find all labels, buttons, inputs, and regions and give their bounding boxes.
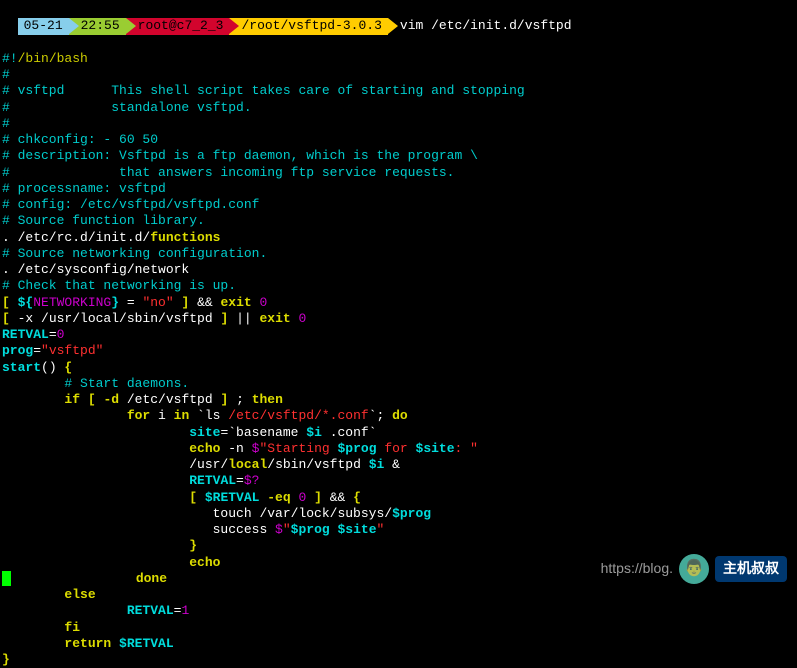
shebang-hash: #!: [2, 51, 18, 66]
special-var: $?: [244, 473, 260, 488]
prompt-date: 05-21: [18, 18, 69, 34]
keyword-echo: echo: [189, 441, 220, 456]
comment: # Source function library.: [2, 213, 205, 228]
var-ref: $i: [306, 425, 322, 440]
comment: # processname: vsftpd: [2, 181, 166, 196]
var-ref: $site: [416, 441, 455, 456]
bracket: [: [2, 295, 10, 310]
path-glob: /etc/vsftpd/*.conf: [228, 408, 368, 423]
watermark-url: https://blog.: [601, 560, 673, 578]
prompt-cwd: /root/vsftpd-3.0.3: [229, 18, 387, 34]
keyword-done: done: [136, 571, 167, 586]
keyword-for: for: [127, 408, 150, 423]
brace: }: [2, 652, 10, 667]
number: 1: [181, 603, 189, 618]
source-cmd: . /etc/rc.d/init.d/: [2, 230, 150, 245]
var-ref: $site: [338, 522, 377, 537]
comment: # config: /etc/vsftpd/vsftpd.conf: [2, 197, 259, 212]
comment: # Source networking configuration.: [2, 246, 267, 261]
source-cmd: . /etc/sysconfig/network: [2, 262, 189, 277]
comment: # Start daemons.: [2, 376, 189, 391]
comment: # that answers incoming ftp service requ…: [2, 165, 454, 180]
var-ref: $prog: [392, 506, 431, 521]
comment: # vsftpd This shell script takes care of…: [2, 83, 525, 98]
string: "Starting: [259, 441, 337, 456]
keyword-return: return: [64, 636, 111, 651]
brace: }: [2, 538, 197, 553]
var-ref: $i: [369, 457, 385, 472]
var-name: RETVAL: [189, 473, 236, 488]
number: 0: [57, 327, 65, 342]
keyword-then: then: [252, 392, 283, 407]
comment: # description: Vsftpd is a ftp daemon, w…: [2, 148, 478, 163]
prompt-user-host: root@c7_2_3: [126, 18, 230, 34]
keyword-do: do: [392, 408, 408, 423]
keyword-in: in: [174, 408, 190, 423]
comment: #: [2, 67, 10, 82]
shebang-path: /bin/bash: [18, 51, 88, 66]
shell-prompt: 05-2122:55root@c7_2_3/root/vsftpd-3.0.3v…: [2, 2, 795, 35]
number: 0: [299, 311, 307, 326]
var-name: RETVAL: [127, 603, 174, 618]
watermark: https://blog. 👨 主机叔叔: [601, 554, 787, 584]
keyword-exit: exit: [252, 311, 299, 326]
keyword-else: else: [64, 587, 95, 602]
func-name: start: [2, 360, 41, 375]
keyword-fi: fi: [64, 620, 80, 635]
string: "no": [142, 295, 173, 310]
keyword-exit: exit: [213, 295, 260, 310]
string: "vsftpd": [41, 343, 103, 358]
keyword-if: if: [64, 392, 80, 407]
var-ref: $prog: [291, 522, 330, 537]
var-ref: $RETVAL: [119, 636, 174, 651]
var-brace: }: [111, 295, 119, 310]
number: 0: [260, 295, 268, 310]
prompt-command[interactable]: vim /etc/init.d/vsftpd: [388, 18, 572, 33]
comment: # Check that networking is up.: [2, 278, 236, 293]
bracket: [: [2, 311, 10, 326]
var-brace: ${: [10, 295, 33, 310]
var-name: RETVAL: [2, 327, 49, 342]
var-name: prog: [2, 343, 33, 358]
var-ref: $prog: [338, 441, 377, 456]
var-name: NETWORKING: [33, 295, 111, 310]
comment: # standalone vsftpd.: [2, 100, 252, 115]
comment: #: [2, 116, 10, 131]
vim-cursor: [2, 571, 11, 586]
token-functions: functions: [150, 230, 220, 245]
comment: # chkconfig: - 60 50: [2, 132, 158, 147]
var-ref: $RETVAL: [205, 490, 260, 505]
watermark-avatar-icon: 👨: [679, 554, 709, 584]
watermark-text: 主机叔叔: [715, 556, 787, 582]
var-name: site: [189, 425, 220, 440]
keyword-echo: echo: [189, 555, 220, 570]
